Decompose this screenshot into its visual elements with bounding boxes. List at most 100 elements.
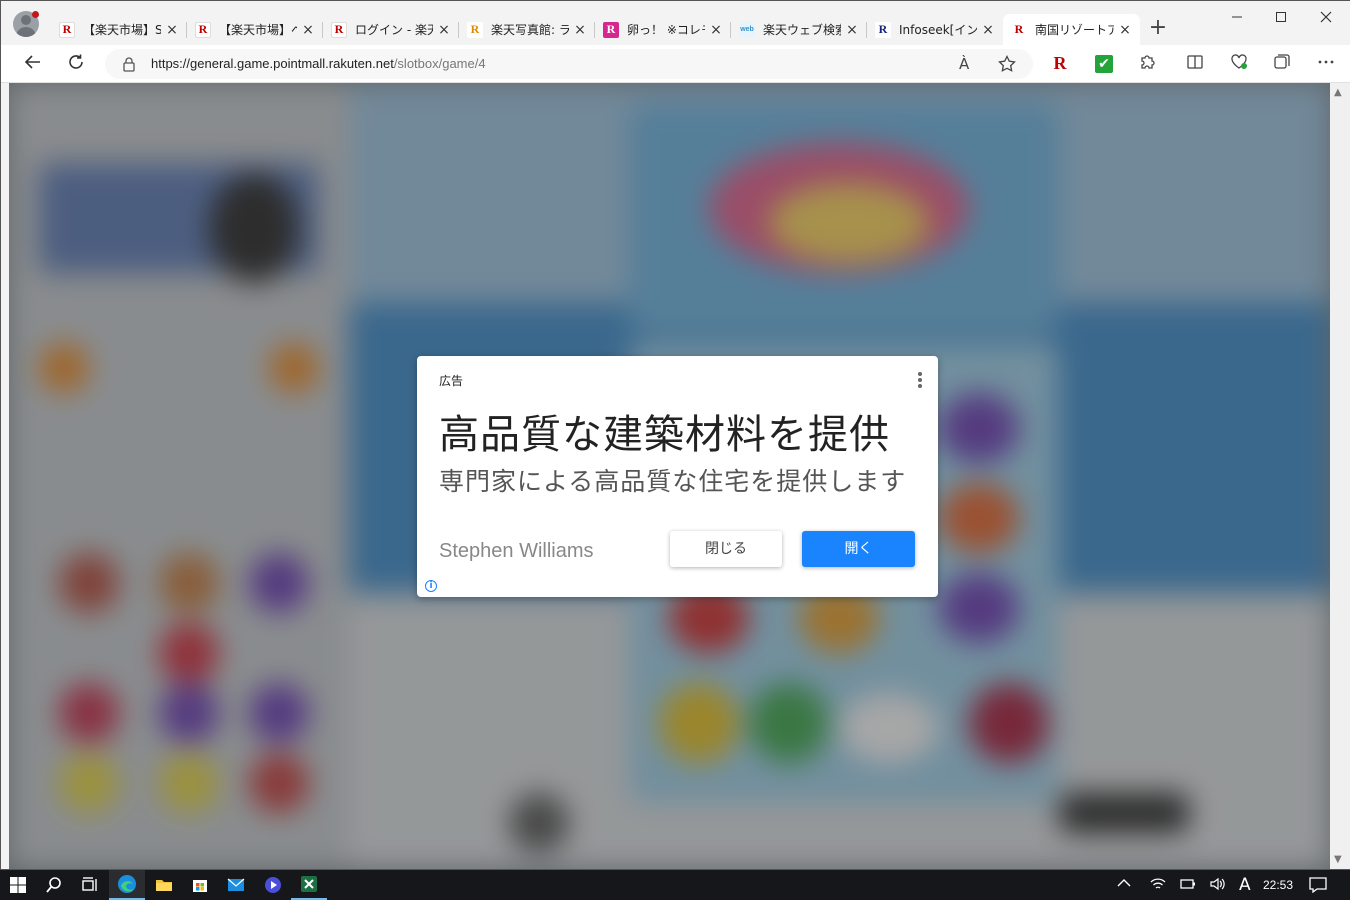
checkmark-extension-icon[interactable]: ✔ [1095, 55, 1113, 73]
ad-label: 広告 [439, 374, 464, 388]
tab-title: 楽天写真館: ラ [491, 23, 569, 37]
browser-toolbar: https://general.game.pointmall.rakuten.n… [1, 45, 1350, 83]
ad-description[interactable]: 専門家による高品質な住宅を提供します [439, 462, 906, 498]
vertical-scrollbar[interactable]: ▲ ▼ [1330, 83, 1350, 869]
new-tab-button[interactable]: + [1148, 17, 1168, 41]
rakuten-r-icon: R [331, 21, 347, 38]
maximize-button[interactable] [1261, 11, 1301, 31]
tab-1[interactable]: R 【楽天市場】Sh × [51, 14, 187, 45]
maximize-icon [1276, 12, 1286, 22]
tab-title: 南国リゾートアプ [1035, 23, 1114, 37]
task-view-button[interactable] [72, 870, 108, 900]
browser-essentials-button[interactable] [1227, 53, 1251, 75]
tab-close-icon[interactable]: × [437, 22, 451, 38]
start-button[interactable] [0, 870, 36, 900]
settings-more-button[interactable] [1314, 53, 1338, 75]
chevron-up-icon [1117, 879, 1131, 887]
lock-icon[interactable] [121, 56, 137, 72]
tab-title: 卵っ！ ※コレモ [627, 23, 705, 37]
heart-pulse-icon [1231, 54, 1247, 69]
rakuten-extension-icon[interactable]: R [1048, 53, 1072, 75]
tab-7[interactable]: R Infoseek[インフ × [867, 14, 1003, 45]
ad-advertiser[interactable]: Stephen Williams [439, 540, 594, 563]
ime-indicator[interactable]: A [1239, 875, 1251, 895]
windows-logo-icon [10, 877, 26, 893]
task-view-icon [82, 877, 97, 891]
search-icon [46, 877, 61, 893]
url-host: https://general.game.pointmall.rakuten.n… [151, 56, 394, 71]
ad-headline[interactable]: 高品質な建築材料を提供 [439, 402, 890, 460]
collections-button[interactable] [1270, 53, 1294, 75]
tab-close-icon[interactable]: × [709, 22, 723, 38]
media-player-icon [265, 877, 281, 893]
tab-2[interactable]: R 【楽天市場】ベ × [187, 14, 323, 45]
address-bar[interactable]: https://general.game.pointmall.rakuten.n… [105, 49, 1033, 79]
battery-button[interactable] [1179, 877, 1197, 895]
tab-6[interactable]: web 楽天ウェブ検索 × [731, 14, 867, 45]
rakuten-pink-icon: R [603, 21, 619, 38]
ad-options-menu-icon[interactable] [918, 372, 922, 388]
refresh-icon [69, 54, 83, 69]
edge-taskbar-button[interactable] [109, 870, 145, 900]
favorite-star-icon[interactable] [998, 55, 1016, 73]
back-button[interactable] [21, 53, 45, 75]
speaker-icon [1210, 877, 1225, 891]
notification-dot-icon [32, 11, 39, 18]
tab-strip: R 【楽天市場】Sh × R 【楽天市場】ベ × R ログイン - 楽天 × R… [1, 1, 1350, 45]
store-button[interactable] [182, 870, 218, 900]
media-player-button[interactable] [255, 870, 291, 900]
show-hidden-icons-button[interactable] [1117, 877, 1131, 892]
notification-center-button[interactable] [1309, 877, 1327, 897]
infoseek-icon: R [875, 21, 891, 38]
extensions-button[interactable] [1136, 53, 1160, 75]
tab-close-icon[interactable]: × [845, 22, 859, 38]
network-button[interactable] [1150, 877, 1166, 895]
tab-close-icon[interactable]: × [981, 22, 995, 38]
minimize-button[interactable] [1217, 11, 1257, 31]
tab-5[interactable]: R 卵っ！ ※コレモ × [595, 14, 731, 45]
mail-button[interactable] [218, 870, 254, 900]
search-button[interactable] [36, 870, 72, 900]
ad-info-icon[interactable]: i [425, 580, 437, 592]
windows-taskbar: A 22:53 [0, 870, 1350, 900]
ad-dialog: 広告 高品質な建築材料を提供 専門家による高品質な住宅を提供します Stephe… [417, 356, 938, 597]
taskbar-clock[interactable]: 22:53 [1263, 878, 1293, 892]
file-explorer-button[interactable] [146, 870, 182, 900]
tab-8-active[interactable]: R 南国リゾートアプ × [1003, 14, 1140, 45]
tab-title: 楽天ウェブ検索 [763, 23, 841, 37]
volume-button[interactable] [1209, 877, 1227, 895]
tab-3[interactable]: R ログイン - 楽天 × [323, 14, 459, 45]
store-icon [193, 880, 207, 892]
excel-icon [301, 876, 317, 892]
notification-icon [1309, 877, 1327, 894]
close-window-button[interactable] [1306, 11, 1346, 31]
rakuten-r-icon: R [195, 21, 211, 38]
read-aloud-icon[interactable]: À [959, 55, 969, 73]
tab-close-icon[interactable]: × [1118, 22, 1132, 38]
ad-close-button[interactable]: 閉じる [670, 531, 782, 567]
url-text[interactable]: https://general.game.pointmall.rakuten.n… [151, 56, 486, 71]
mail-icon [227, 878, 245, 891]
scroll-up-icon[interactable]: ▲ [1334, 87, 1342, 98]
tab-close-icon[interactable]: × [301, 22, 315, 38]
split-screen-button[interactable] [1183, 53, 1207, 75]
web-search-icon: web [739, 21, 755, 38]
puzzle-icon [1141, 55, 1155, 69]
tab-title: 【楽天市場】Sh [83, 23, 161, 37]
scroll-down-icon[interactable]: ▼ [1334, 854, 1342, 865]
url-path: /slotbox/game/4 [393, 56, 486, 71]
excel-button[interactable] [291, 870, 327, 900]
more-dots-icon [1318, 60, 1334, 64]
edge-icon [118, 875, 136, 893]
split-screen-icon [1187, 55, 1203, 69]
back-arrow-icon [24, 55, 40, 69]
ad-open-button[interactable]: 開く [802, 531, 915, 567]
refresh-button[interactable] [64, 53, 88, 75]
tab-close-icon[interactable]: × [573, 22, 587, 38]
tab-4[interactable]: R 楽天写真館: ラ × [459, 14, 595, 45]
rakuten-r-icon: R [59, 21, 75, 38]
browser-window: R 【楽天市場】Sh × R 【楽天市場】ベ × R ログイン - 楽天 × R… [0, 0, 1350, 870]
tab-title: Infoseek[インフ [899, 23, 977, 37]
tab-close-icon[interactable]: × [165, 22, 179, 38]
battery-icon [1180, 879, 1195, 889]
